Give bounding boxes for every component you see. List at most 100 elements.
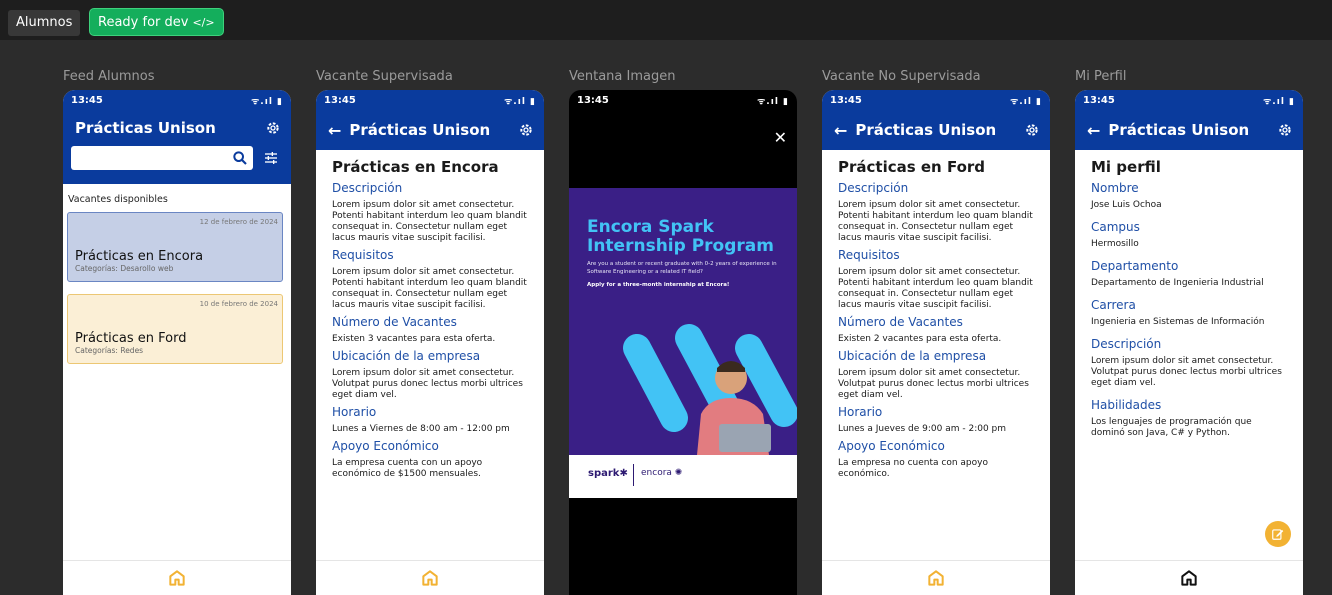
back-arrow-icon[interactable]: ← (1087, 121, 1100, 140)
internship-banner-image: Encora Spark Internship Program Are you … (569, 188, 797, 498)
phone-vacante-no-supervisada: 13:45 ᯤ.ıl ▮ ← Prácticas Unison Práctica… (822, 90, 1050, 595)
bottom-nav (316, 560, 544, 595)
status-bar: 13:45 ᯤ.ıl ▮ (1075, 90, 1303, 110)
phone-mi-perfil: 13:45 ᯤ.ıl ▮ ← Prácticas Unison Mi perfi… (1075, 90, 1303, 595)
section-text: La empresa no cuenta con apoyo económico… (838, 458, 988, 479)
status-time: 13:45 (1083, 94, 1115, 106)
signal-battery-icon: ᯤ.ıl ▮ (1010, 96, 1042, 107)
section-heading: Número de Vacantes (838, 315, 963, 329)
frame-label-mi-perfil[interactable]: Mi Perfil (1075, 69, 1126, 84)
phone-ventana-imagen: 13:45 ᯤ.ıl ▮ ✕ Encora Spark Internship P… (569, 90, 797, 595)
vacancy-detail: Prácticas en Ford Descripción Lorem ipsu… (822, 150, 1050, 480)
card-category: Categorías: Redes (75, 346, 144, 355)
section-text: Los lenguajes de programación que dominó… (1091, 417, 1252, 438)
profile-detail: Mi perfil Nombre Jose Luis Ochoa Campus … (1075, 150, 1303, 439)
section-heading: Habilidades (1091, 398, 1162, 412)
phone-vacante-supervisada: 13:45 ᯤ.ıl ▮ ← Prácticas Unison Práctica… (316, 90, 544, 595)
section-text: Existen 3 vacantes para esta oferta. (332, 334, 496, 344)
banner-footer: spark✱ encora ✺ (569, 455, 797, 498)
section-text: Departamento de Ingenieria Industrial (1091, 278, 1264, 288)
vacancy-card-encora[interactable]: 12 de febrero de 2024 Prácticas en Encor… (67, 212, 283, 282)
banner-graphic (623, 324, 797, 455)
section-text: Lunes a Jueves de 9:00 am - 2:00 pm (838, 424, 1007, 434)
close-icon[interactable]: ✕ (774, 128, 787, 147)
section-heading: Descripción (838, 181, 909, 195)
edit-profile-button[interactable] (1265, 521, 1291, 547)
section-heading: Apoyo Económico (838, 439, 945, 453)
profile-title: Mi perfil (1091, 158, 1161, 176)
section-text: Lorem ipsum dolor sit amet consectetur. … (838, 267, 1033, 310)
section-text: Existen 2 vacantes para esta oferta. (838, 334, 1002, 344)
home-icon[interactable] (926, 568, 946, 588)
section-text: Lorem ipsum dolor sit amet consectetur. … (1091, 356, 1282, 388)
card-category: Categorías: Desarollo web (75, 264, 174, 273)
card-date: 12 de febrero de 2024 (199, 218, 278, 226)
section-heading: Descripción (332, 181, 403, 195)
section-heading: Horario (838, 405, 883, 419)
section-heading: Requisitos (332, 248, 394, 262)
bottom-nav (63, 560, 291, 595)
bottom-nav (822, 560, 1050, 595)
page-name-tab[interactable]: Alumnos (8, 10, 81, 36)
app-title: Prácticas Unison (1108, 121, 1250, 139)
vacancy-title: Prácticas en Encora (332, 158, 499, 176)
app-header: 13:45 ᯤ.ıl ▮ ← Prácticas Unison (316, 90, 544, 150)
card-date: 10 de febrero de 2024 (199, 300, 278, 308)
section-text: Lunes a Viernes de 8:00 am - 12:00 pm (332, 424, 510, 434)
home-icon[interactable] (167, 568, 187, 588)
status-time: 13:45 (324, 94, 356, 106)
settings-gear-icon[interactable] (265, 120, 281, 136)
frame-label-ventana-imagen[interactable]: Ventana Imagen (569, 69, 675, 84)
settings-gear-icon[interactable] (518, 122, 534, 138)
section-heading: Ubicación de la empresa (838, 349, 987, 363)
top-bar: Alumnos Ready for dev </> (0, 0, 1332, 40)
available-vacancies-label: Vacantes disponibles (68, 194, 168, 205)
status-bar: 13:45 ᯤ.ıl ▮ (569, 90, 797, 110)
settings-gear-icon[interactable] (1024, 122, 1040, 138)
frame-label-vacante-supervisada[interactable]: Vacante Supervisada (316, 69, 453, 84)
vacancy-title: Prácticas en Ford (838, 158, 986, 176)
filter-sliders-icon[interactable] (263, 150, 279, 166)
vacancy-detail: Prácticas en Encora Descripción Lorem ip… (316, 150, 544, 480)
encora-logo: encora ✺ (641, 468, 683, 478)
back-arrow-icon[interactable]: ← (834, 121, 847, 140)
signal-battery-icon: ᯤ.ıl ▮ (757, 96, 789, 107)
section-heading: Descripción (1091, 337, 1162, 351)
ready-for-dev-badge[interactable]: Ready for dev </> (89, 8, 224, 36)
section-text: Lorem ipsum dolor sit amet consectetur. … (332, 267, 527, 310)
signal-battery-icon: ᯤ.ıl ▮ (251, 96, 283, 107)
bottom-nav (1075, 560, 1303, 595)
status-time: 13:45 (71, 94, 103, 106)
section-text: La empresa cuenta con un apoyo económico… (332, 458, 483, 479)
app-header: 13:45 ᯤ.ıl ▮ ← Prácticas Unison (1075, 90, 1303, 150)
home-icon[interactable] (420, 568, 440, 588)
card-title: Prácticas en Ford (75, 331, 187, 346)
search-input[interactable] (71, 146, 226, 170)
frame-label-vacante-no-supervisada[interactable]: Vacante No Supervisada (822, 69, 981, 84)
card-title: Prácticas en Encora (75, 249, 204, 264)
home-icon[interactable] (1179, 568, 1199, 588)
app-header: 13:45 ᯤ.ıl ▮ Prácticas Unison (63, 90, 291, 184)
section-heading: Departamento (1091, 259, 1179, 273)
status-bar: 13:45 ᯤ.ıl ▮ (822, 90, 1050, 110)
section-heading: Número de Vacantes (332, 315, 457, 329)
section-text: Jose Luis Ochoa (1091, 200, 1162, 210)
section-heading: Carrera (1091, 298, 1136, 312)
section-text: Ingenieria en Sistemas de Información (1091, 317, 1265, 327)
section-heading: Campus (1091, 220, 1140, 234)
search-icon[interactable] (232, 150, 248, 166)
signal-battery-icon: ᯤ.ıl ▮ (504, 96, 536, 107)
status-time: 13:45 (830, 94, 862, 106)
settings-gear-icon[interactable] (1277, 122, 1293, 138)
search-field[interactable] (71, 146, 253, 170)
status-bar: 13:45 ᯤ.ıl ▮ (316, 90, 544, 110)
back-arrow-icon[interactable]: ← (328, 121, 341, 140)
frame-label-feed[interactable]: Feed Alumnos (63, 69, 155, 84)
status-time: 13:45 (577, 94, 609, 106)
section-heading: Ubicación de la empresa (332, 349, 481, 363)
app-title: Prácticas Unison (855, 121, 997, 139)
section-text: Lorem ipsum dolor sit amet consectetur. … (332, 368, 523, 400)
status-label: Ready for dev (98, 15, 189, 30)
vacancy-card-ford[interactable]: 10 de febrero de 2024 Prácticas en Ford … (67, 294, 283, 364)
section-text: Lorem ipsum dolor sit amet consectetur. … (838, 368, 1029, 400)
